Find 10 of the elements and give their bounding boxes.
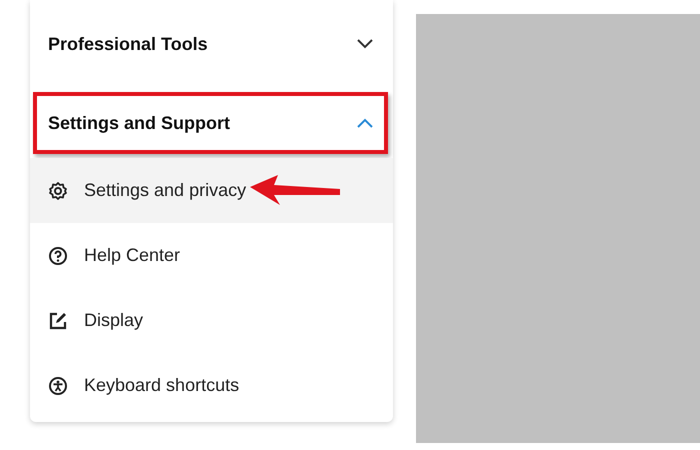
edit-icon — [48, 310, 68, 330]
menu-item[interactable]: Settings and privacy — [30, 158, 393, 223]
gear-icon — [48, 180, 68, 200]
accessibility-icon — [48, 376, 68, 396]
menu-item[interactable]: Display — [30, 288, 393, 353]
help-icon — [48, 246, 68, 266]
section-header[interactable]: Settings and Support — [30, 88, 393, 158]
section-header[interactable]: Professional Tools — [30, 0, 393, 88]
menu-item[interactable]: Help Center — [30, 223, 393, 288]
menu-item[interactable]: Keyboard shortcuts — [30, 353, 393, 418]
